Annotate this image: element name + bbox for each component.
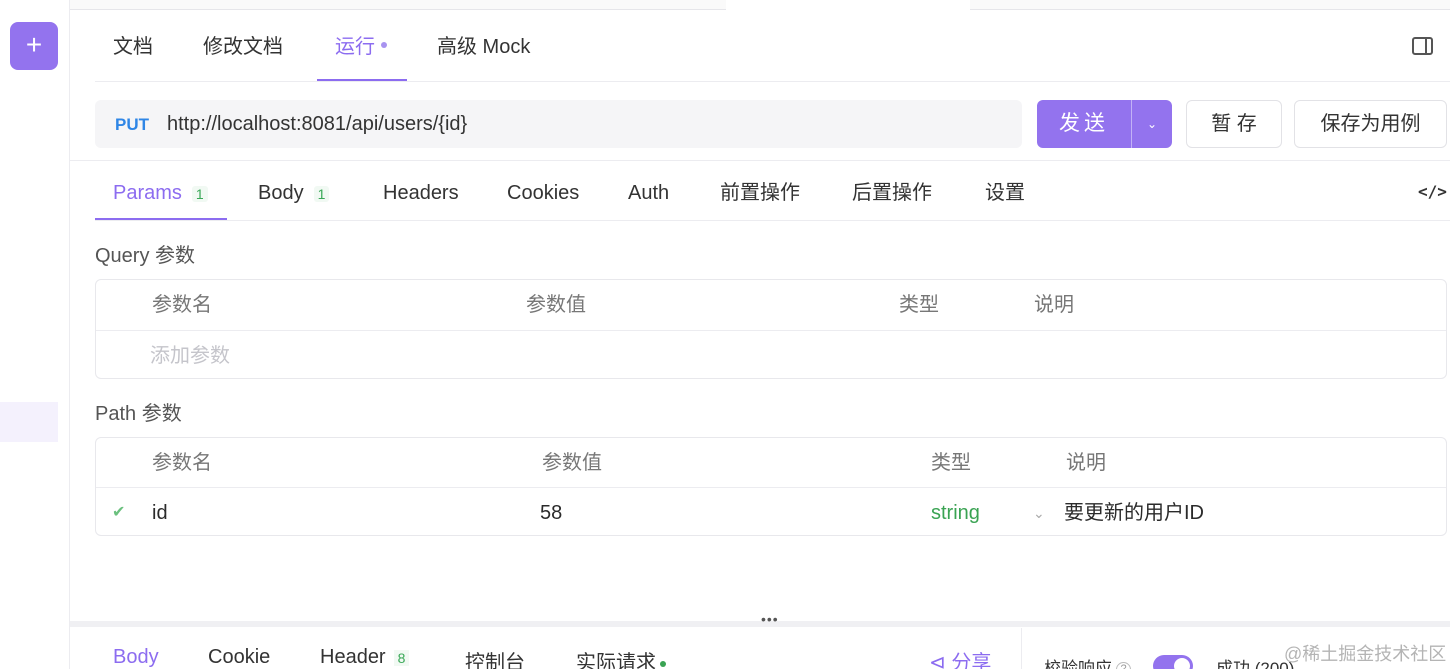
code-icon[interactable]: </> bbox=[1418, 182, 1447, 201]
col-param-type: 类型 bbox=[931, 452, 971, 474]
tab-auth[interactable]: Auth bbox=[628, 170, 669, 220]
path-params-table: 参数名 参数值 类型 说明 ✔ id 58 string ⌄ 要更新的用户ID bbox=[95, 437, 1447, 536]
left-rail: + bbox=[0, 0, 70, 669]
tab-run[interactable]: 运行 bbox=[317, 22, 407, 81]
url-bar[interactable]: PUT http://localhost:8081/api/users/{id} bbox=[95, 100, 1022, 148]
tab-advanced-mock[interactable]: 高级 Mock bbox=[437, 22, 530, 81]
previous-tab[interactable] bbox=[970, 0, 1450, 10]
check-icon[interactable]: ✔ bbox=[112, 488, 125, 538]
tab-post-ops[interactable]: 后置操作 bbox=[852, 170, 932, 220]
validate-toggle[interactable] bbox=[1153, 655, 1193, 669]
rail-selected-item[interactable] bbox=[0, 402, 58, 442]
param-name[interactable]: id bbox=[152, 488, 168, 538]
table-row[interactable]: 添加参数 bbox=[96, 330, 1446, 380]
drag-handle-icon[interactable]: ••• bbox=[761, 611, 779, 627]
tab-settings[interactable]: 设置 bbox=[985, 170, 1025, 220]
tab-docs[interactable]: 文档 bbox=[113, 22, 153, 81]
chevron-down-icon[interactable]: ⌄ bbox=[1033, 488, 1045, 538]
previous-tab[interactable] bbox=[70, 0, 726, 10]
col-param-type: 类型 bbox=[899, 294, 939, 316]
divider bbox=[70, 160, 1450, 161]
method-label[interactable]: PUT bbox=[115, 100, 149, 150]
success-status[interactable]: 成功 (200) bbox=[1216, 654, 1294, 669]
table-row[interactable]: ✔ id 58 string ⌄ 要更新的用户ID bbox=[96, 487, 1446, 537]
tab-edit-docs[interactable]: 修改文档 bbox=[203, 22, 283, 81]
col-param-desc: 说明 bbox=[1034, 294, 1074, 316]
tab-response-body[interactable]: Body bbox=[113, 646, 159, 669]
tab-strip bbox=[70, 0, 1450, 10]
query-section-title: Query 参数 bbox=[95, 245, 196, 267]
tab-console[interactable]: 控制台 bbox=[465, 646, 525, 669]
send-button[interactable]: 发送 ⌄ bbox=[1037, 100, 1172, 148]
validate-response-label: 校验响应? bbox=[1044, 654, 1131, 669]
main-tabs: 文档 修改文档 运行 高级 Mock bbox=[95, 22, 1450, 82]
tab-headers[interactable]: Headers bbox=[383, 170, 459, 220]
col-param-name: 参数名 bbox=[152, 452, 212, 474]
header-count-badge: 8 bbox=[393, 650, 410, 666]
help-icon[interactable]: ? bbox=[1116, 662, 1131, 669]
share-icon: ⊲ bbox=[929, 652, 946, 669]
save-as-case-button[interactable]: 保存为用例 bbox=[1294, 100, 1447, 148]
status-dot bbox=[660, 660, 666, 667]
params-count-badge: 1 bbox=[191, 186, 208, 202]
add-button[interactable]: + bbox=[10, 22, 58, 70]
url-input[interactable]: http://localhost:8081/api/users/{id} bbox=[167, 100, 467, 148]
tab-cookies[interactable]: Cookies bbox=[507, 170, 579, 220]
tab-pre-ops[interactable]: 前置操作 bbox=[720, 170, 800, 220]
panel-splitter[interactable] bbox=[70, 621, 1450, 627]
query-params-table: 参数名 参数值 类型 说明 添加参数 bbox=[95, 279, 1447, 379]
col-param-desc: 说明 bbox=[1066, 452, 1106, 474]
table-header-row: 参数名 参数值 类型 说明 bbox=[96, 438, 1446, 488]
save-temp-button[interactable]: 暂 存 bbox=[1186, 100, 1282, 148]
tab-response-cookie[interactable]: Cookie bbox=[208, 646, 270, 669]
tab-response-header[interactable]: Header 8 bbox=[320, 646, 410, 669]
param-desc[interactable]: 要更新的用户ID bbox=[1064, 488, 1204, 538]
share-button[interactable]: ⊲ 分享 bbox=[929, 646, 991, 669]
col-param-value: 参数值 bbox=[542, 452, 602, 474]
col-param-name: 参数名 bbox=[152, 294, 212, 316]
param-value[interactable]: 58 bbox=[540, 488, 562, 538]
add-param-input[interactable]: 添加参数 bbox=[150, 331, 230, 381]
send-label[interactable]: 发送 bbox=[1037, 100, 1131, 148]
watermark: @稀土掘金技术社区 bbox=[1284, 644, 1447, 664]
chevron-down-icon[interactable]: ⌄ bbox=[1132, 100, 1172, 148]
param-type[interactable]: string bbox=[931, 488, 980, 538]
tab-actual-request[interactable]: 实际请求 bbox=[576, 646, 666, 669]
body-count-badge: 1 bbox=[313, 186, 330, 202]
tab-body[interactable]: Body 1 bbox=[258, 170, 330, 220]
tab-params[interactable]: Params 1 bbox=[95, 170, 227, 220]
unsaved-dot bbox=[381, 41, 387, 48]
param-tabs: Params 1 Body 1 Headers Cookies Auth 前置操作 … bbox=[95, 170, 1450, 221]
path-section-title: Path 参数 bbox=[95, 403, 182, 425]
panel-toggle-icon[interactable] bbox=[1412, 37, 1433, 55]
col-param-value: 参数值 bbox=[526, 294, 586, 316]
divider bbox=[1021, 628, 1022, 669]
table-header-row: 参数名 参数值 类型 说明 bbox=[96, 280, 1446, 330]
